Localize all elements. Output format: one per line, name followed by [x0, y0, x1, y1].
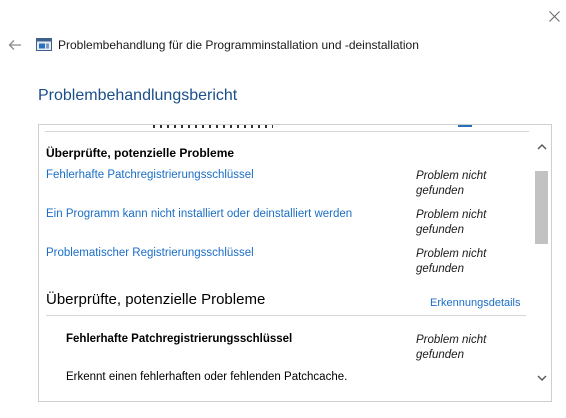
- report-content: Überprüfte, potenzielle Probleme Fehlerh…: [39, 125, 533, 401]
- close-icon: [548, 10, 560, 22]
- issue-link-install-uninstall[interactable]: Ein Programm kann nicht installiert oder…: [46, 208, 352, 220]
- issue-status: Problem nicht gefunden: [416, 247, 512, 277]
- issue-status-line2: gefunden: [416, 263, 464, 275]
- detail-issue-status: Problem nicht gefunden: [416, 333, 512, 363]
- issue-status: Problem nicht gefunden: [416, 169, 512, 199]
- clipped-link-fragment: [458, 125, 472, 127]
- issue-link-patch-registry[interactable]: Fehlerhafte Patchregistrierungsschlüssel: [46, 169, 254, 181]
- scroll-thumb[interactable]: [535, 171, 548, 244]
- issue-status-line1: Problem nicht: [416, 170, 487, 182]
- detail-issue-title: Fehlerhafte Patchregistrierungsschlüssel: [66, 333, 293, 345]
- issue-status: Problem nicht gefunden: [416, 208, 512, 238]
- detection-details-link[interactable]: Erkennungsdetails: [430, 297, 521, 309]
- section-divider: [46, 315, 526, 316]
- close-button[interactable]: [544, 6, 564, 26]
- report-panel: Überprüfte, potenzielle Probleme Fehlerh…: [38, 124, 552, 402]
- chevron-down-icon: [537, 374, 547, 381]
- detail-status-line1: Problem nicht: [416, 334, 487, 346]
- scroll-up-button[interactable]: [533, 137, 551, 155]
- detail-issue-description: Erkennt einen fehlerhaften oder fehlende…: [66, 371, 348, 383]
- detail-status-line2: gefunden: [416, 349, 464, 361]
- issue-status-line2: gefunden: [416, 185, 464, 197]
- vertical-scrollbar[interactable]: [533, 125, 551, 401]
- troubleshooter-app-icon: [36, 38, 52, 51]
- divider: [45, 125, 529, 132]
- issue-status-line1: Problem nicht: [416, 209, 487, 221]
- issue-status-line1: Problem nicht: [416, 248, 487, 260]
- back-arrow-icon: [8, 40, 21, 50]
- details-section-title: Überprüfte, potenzielle Probleme: [46, 291, 266, 308]
- clipped-text-fragment: [153, 125, 273, 128]
- issue-link-registry-key[interactable]: Problematischer Registrierungsschlüssel: [46, 247, 254, 259]
- page-heading: Problembehandlungsbericht: [38, 87, 238, 104]
- chevron-up-icon: [537, 143, 547, 150]
- window-title: Problembehandlung für die Programminstal…: [58, 38, 419, 52]
- scroll-down-button[interactable]: [533, 369, 551, 387]
- back-button[interactable]: [6, 36, 24, 54]
- issue-status-line2: gefunden: [416, 224, 464, 236]
- summary-section-title: Überprüfte, potenzielle Probleme: [46, 146, 235, 160]
